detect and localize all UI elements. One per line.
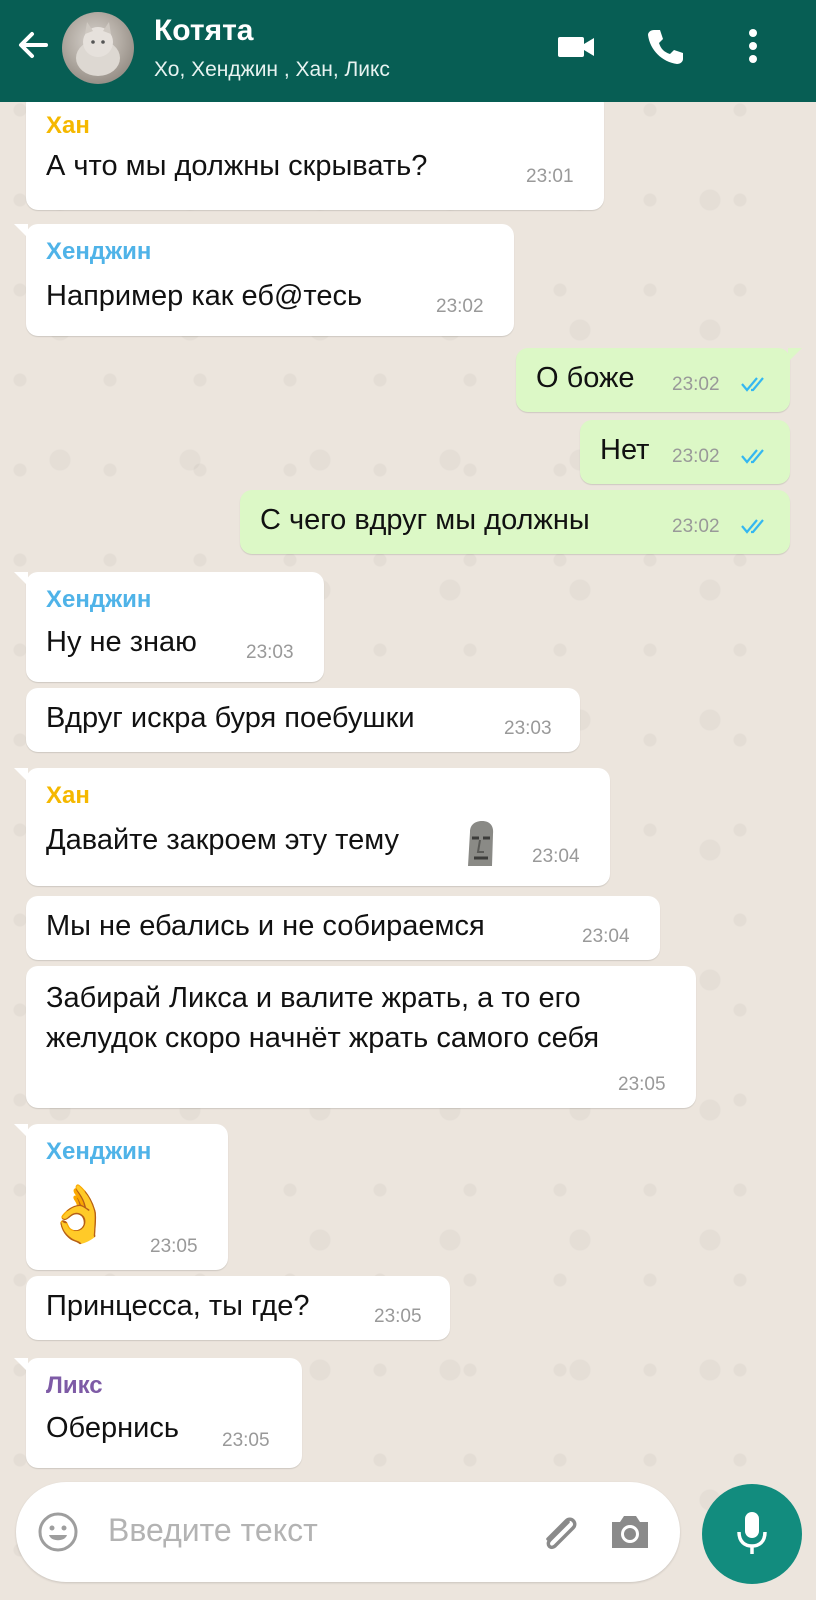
attach-icon[interactable] <box>534 1508 584 1558</box>
message-time: 23:01 <box>526 166 574 187</box>
more-options-button[interactable] <box>738 24 768 70</box>
message-incoming[interactable]: Хан Давайте закроем эту тему 23:04 <box>14 768 610 886</box>
message-text: Принцесса, ты где? <box>46 1290 310 1322</box>
message-incoming[interactable]: Хенджин Например как еб@тесь 23:02 <box>14 224 514 336</box>
message-incoming[interactable]: Хан А что мы должны скрывать? 23:01 <box>26 102 604 210</box>
message-time: 23:05 <box>222 1430 270 1451</box>
message-incoming[interactable]: Ликс Обернись 23:05 <box>14 1358 302 1468</box>
emoji-icon[interactable] <box>36 1510 80 1554</box>
more-icon <box>749 29 757 63</box>
message-text: Нет <box>600 434 650 466</box>
message-incoming[interactable]: Хенджин 👌 23:05 <box>14 1124 228 1270</box>
message-time: 23:05 <box>374 1306 422 1327</box>
read-ticks-icon <box>741 519 764 534</box>
chat-members[interactable]: Хо, Хенджин , Хан, Ликс <box>154 58 390 82</box>
voice-call-button[interactable] <box>642 24 688 70</box>
video-call-button[interactable] <box>554 24 600 70</box>
sender-name: Ликс <box>46 1372 103 1399</box>
message-outgoing[interactable]: С чего вдруг мы должны 23:02 <box>240 490 790 554</box>
message-time: 23:02 <box>672 516 720 537</box>
message-input[interactable]: Введите текст <box>108 1512 318 1549</box>
message-text: О боже <box>536 362 635 394</box>
ok-hand-emoji: 👌 <box>44 1182 114 1245</box>
camera-icon[interactable] <box>606 1510 654 1554</box>
message-text: Ну не знаю <box>46 626 197 658</box>
message-list[interactable]: Хан А что мы должны скрывать? 23:01 Хенд… <box>0 102 816 1482</box>
voice-record-button[interactable] <box>702 1484 802 1584</box>
message-outgoing[interactable]: Нет 23:02 <box>580 420 790 484</box>
message-time: 23:03 <box>504 718 552 739</box>
message-text: Например как еб@тесь <box>46 280 363 312</box>
message-time: 23:02 <box>672 374 720 395</box>
message-time: 23:05 <box>150 1236 198 1257</box>
chat-header: Котята Хо, Хенджин , Хан, Ликс <box>0 0 816 102</box>
video-call-icon <box>558 37 594 57</box>
message-text: Вдруг искра буря поебушки <box>46 702 415 734</box>
message-incoming[interactable]: Вдруг искра буря поебушки 23:03 <box>26 688 580 752</box>
message-time: 23:02 <box>436 296 484 317</box>
message-text: Мы не ебались и не собираемся <box>46 910 485 942</box>
chat-title[interactable]: Котята <box>154 14 253 48</box>
message-time: 23:05 <box>618 1074 666 1095</box>
message-incoming[interactable]: Принцесса, ты где? 23:05 <box>26 1276 450 1340</box>
message-incoming[interactable]: Хенджин Ну не знаю 23:03 <box>14 572 324 682</box>
message-composer: Введите текст <box>16 1482 680 1582</box>
read-ticks-icon <box>741 377 764 392</box>
message-incoming[interactable]: Мы не ебались и не собираемся 23:04 <box>26 896 660 960</box>
sender-name: Хенджин <box>46 1138 152 1165</box>
phone-icon <box>648 30 683 64</box>
message-text: Давайте закроем эту тему <box>46 824 399 856</box>
read-ticks-icon <box>741 449 764 464</box>
message-text: Обернись <box>46 1412 179 1444</box>
mic-icon <box>737 1512 767 1554</box>
message-time: 23:02 <box>672 446 720 467</box>
message-text: Забирай Ликса и валите жрать, а то его ж… <box>46 982 600 1054</box>
message-text: С чего вдруг мы должны <box>260 504 590 536</box>
sender-name: Хенджин <box>46 238 152 265</box>
message-incoming[interactable]: Забирай Ликса и валите жрать, а то его ж… <box>26 966 696 1108</box>
message-text: А что мы должны скрывать? <box>46 150 428 182</box>
sender-name: Хан <box>46 112 90 139</box>
sender-name: Хенджин <box>46 586 152 613</box>
group-avatar[interactable] <box>62 12 134 84</box>
message-time: 23:03 <box>246 642 294 663</box>
message-time: 23:04 <box>532 846 580 867</box>
sender-name: Хан <box>46 782 90 809</box>
back-arrow-icon <box>19 32 48 58</box>
message-time: 23:04 <box>582 926 630 947</box>
back-button[interactable] <box>12 20 56 70</box>
message-outgoing[interactable]: О боже 23:02 <box>516 348 802 412</box>
moai-icon <box>468 821 494 866</box>
